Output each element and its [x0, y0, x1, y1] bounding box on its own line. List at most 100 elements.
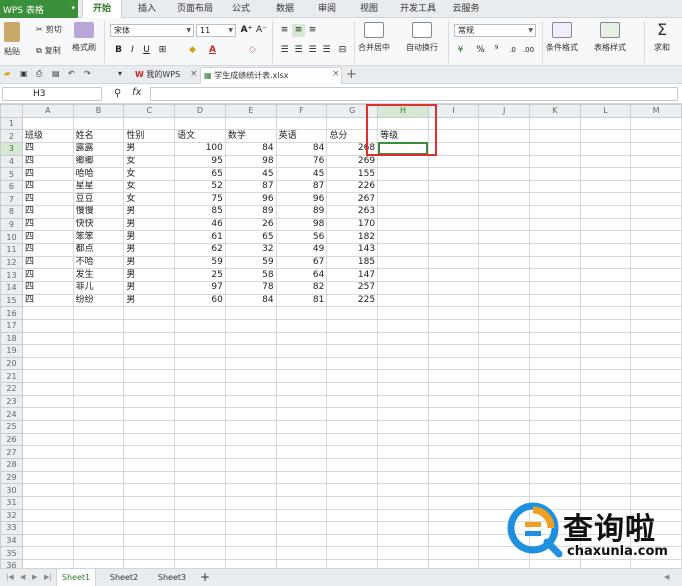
cell[interactable]	[326, 318, 379, 333]
cell[interactable]	[427, 382, 480, 396]
cell[interactable]	[630, 432, 682, 447]
cell[interactable]: 四	[21, 179, 74, 194]
cell[interactable]	[478, 356, 530, 371]
cell[interactable]	[478, 243, 530, 257]
cell[interactable]	[275, 546, 328, 561]
cell[interactable]	[529, 280, 581, 295]
cell[interactable]: 60	[174, 293, 226, 308]
cell[interactable]	[427, 445, 480, 459]
cell[interactable]: 225	[326, 293, 379, 308]
cell[interactable]	[529, 369, 581, 384]
cell[interactable]	[427, 306, 480, 320]
cell[interactable]: 纷纷	[72, 293, 125, 308]
cell[interactable]	[427, 205, 480, 219]
cell[interactable]: 52	[174, 179, 226, 194]
cell[interactable]	[377, 154, 429, 169]
cell[interactable]	[478, 394, 530, 409]
cell[interactable]	[529, 243, 581, 257]
cell[interactable]: 59	[174, 255, 226, 270]
cell[interactable]	[630, 205, 682, 219]
scroll-left-icon[interactable]: ◀	[664, 573, 669, 581]
cell[interactable]	[427, 217, 480, 232]
cell[interactable]	[72, 546, 125, 561]
close-icon[interactable]: ×	[332, 69, 340, 79]
cell[interactable]	[377, 356, 429, 371]
cell[interactable]	[123, 344, 176, 358]
cell[interactable]	[529, 217, 581, 232]
cell[interactable]	[72, 344, 125, 358]
cell[interactable]	[377, 205, 429, 219]
cell[interactable]	[72, 559, 125, 568]
cell[interactable]	[579, 382, 632, 396]
cell[interactable]	[123, 394, 176, 409]
cell[interactable]	[21, 559, 74, 568]
cell[interactable]	[579, 344, 632, 358]
cell[interactable]	[630, 268, 682, 282]
cell[interactable]	[123, 331, 176, 346]
cell[interactable]	[275, 344, 328, 358]
cell[interactable]: 59	[224, 255, 277, 270]
cell[interactable]	[224, 470, 277, 485]
cell[interactable]	[579, 116, 632, 131]
cell[interactable]: 82	[275, 280, 328, 295]
tab-cloud[interactable]: 云服务	[446, 0, 486, 18]
cell[interactable]	[478, 192, 530, 207]
cell[interactable]	[377, 495, 429, 510]
cell[interactable]: 四	[21, 192, 74, 207]
cell[interactable]	[427, 533, 480, 548]
cell[interactable]	[579, 205, 632, 219]
cell[interactable]	[377, 167, 429, 181]
cell[interactable]	[174, 508, 226, 523]
cell[interactable]: 男	[123, 243, 176, 257]
cell[interactable]	[21, 533, 74, 548]
cell[interactable]	[579, 243, 632, 257]
cell[interactable]	[326, 445, 379, 459]
cell[interactable]	[377, 483, 429, 497]
cell[interactable]	[427, 369, 480, 384]
cell[interactable]	[174, 521, 226, 535]
sum-button[interactable]: Σ 求和	[652, 22, 672, 53]
cell[interactable]	[630, 179, 682, 194]
cell[interactable]: 快快	[72, 217, 125, 232]
add-sheet-button[interactable]: +	[198, 569, 212, 586]
cell[interactable]	[630, 255, 682, 270]
cell[interactable]	[174, 457, 226, 472]
cell[interactable]: 170	[326, 217, 379, 232]
cell[interactable]	[579, 318, 632, 333]
cell[interactable]	[579, 217, 632, 232]
cell[interactable]	[326, 495, 379, 510]
cell[interactable]	[224, 559, 277, 568]
cell[interactable]	[224, 432, 277, 447]
cell[interactable]: 56	[275, 230, 328, 245]
cell[interactable]	[478, 179, 530, 194]
cut-button[interactable]: ✂ 剪切	[36, 24, 62, 35]
cell[interactable]	[224, 521, 277, 535]
cell[interactable]: 四	[21, 243, 74, 257]
cell[interactable]: 不哈	[72, 255, 125, 270]
cell[interactable]: 豆豆	[72, 192, 125, 207]
cell[interactable]: 226	[326, 179, 379, 194]
cell[interactable]	[123, 382, 176, 396]
cell[interactable]	[630, 192, 682, 207]
distributed-icon[interactable]: ⊟	[336, 44, 349, 57]
cell[interactable]: 男	[123, 141, 176, 156]
tab-page-layout[interactable]: 页面布局	[170, 0, 220, 18]
cell[interactable]: 四	[21, 217, 74, 232]
decrease-font-icon[interactable]: A⁻	[255, 24, 268, 37]
cell[interactable]	[123, 457, 176, 472]
row-header[interactable]: 30	[0, 483, 23, 497]
cell[interactable]	[174, 445, 226, 459]
cell[interactable]: 男	[123, 230, 176, 245]
cell[interactable]	[174, 306, 226, 320]
cell[interactable]	[275, 369, 328, 384]
cell[interactable]	[427, 394, 480, 409]
cell[interactable]: 61	[174, 230, 226, 245]
cell[interactable]	[427, 179, 480, 194]
cell[interactable]	[224, 356, 277, 371]
cell[interactable]	[224, 407, 277, 422]
cell[interactable]	[123, 432, 176, 447]
cell[interactable]	[529, 116, 581, 131]
cell[interactable]	[377, 116, 429, 131]
cell[interactable]	[478, 141, 530, 156]
cell[interactable]	[427, 230, 480, 245]
